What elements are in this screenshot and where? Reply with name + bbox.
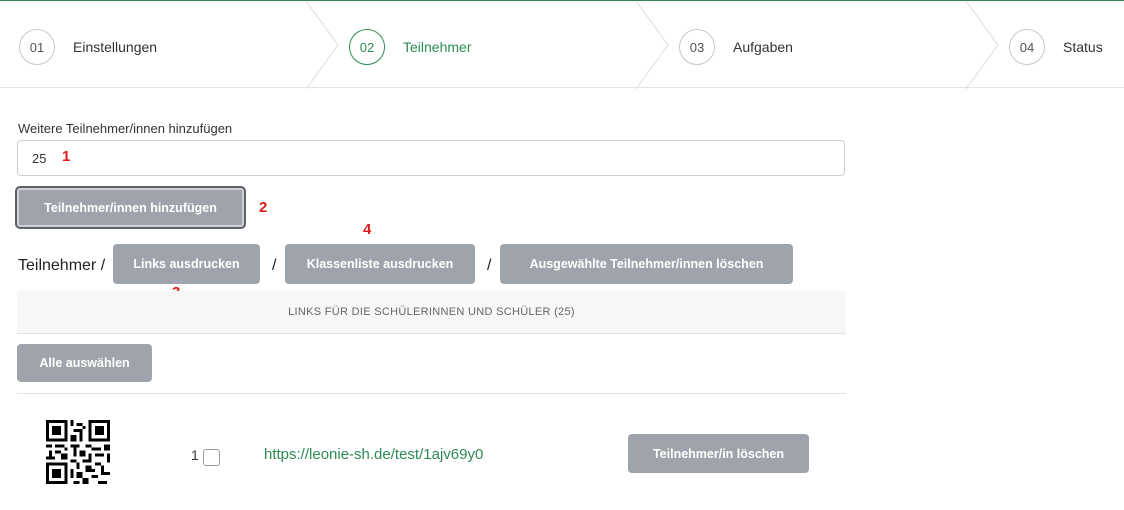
panel-divider — [17, 393, 846, 394]
print-links-button[interactable]: Links ausdrucken — [113, 244, 260, 284]
print-class-list-button[interactable]: Klassenliste ausdrucken — [285, 244, 475, 284]
select-all-button[interactable]: Alle auswählen — [17, 344, 152, 382]
wizard-stepper: 01 Einstellungen 02 Teilnehmer 03 Aufgab… — [0, 0, 1124, 89]
row-number: 1 — [191, 447, 199, 463]
step-number: 01 — [19, 29, 55, 65]
delete-selected-button[interactable]: Ausgewählte Teilnehmer/innen löschen — [500, 244, 793, 284]
step-label: Teilnehmer — [403, 39, 472, 55]
step-number: 03 — [679, 29, 715, 65]
step-label: Status — [1063, 39, 1103, 55]
links-panel-title: LINKS FÜR DIE SCHÜLERINNEN UND SCHÜLER (… — [288, 306, 575, 318]
step-label: Aufgaben — [733, 39, 793, 55]
qr-code-icon — [46, 420, 110, 484]
stepper-chevrons — [305, 1, 999, 89]
step-number: 02 — [349, 29, 385, 65]
add-participants-label: Weitere Teilnehmer/innen hinzufügen — [18, 121, 233, 136]
participants-breadcrumb: Teilnehmer / — [18, 257, 106, 274]
delete-participant-button[interactable]: Teilnehmer/in löschen — [628, 434, 809, 473]
add-participants-button[interactable]: Teilnehmer/innen hinzufügen — [15, 186, 246, 229]
step-teilnehmer[interactable]: 02 Teilnehmer — [349, 28, 471, 66]
step-aufgaben[interactable]: 03 Aufgaben — [679, 28, 793, 66]
annotation-marker-2: 2 — [259, 199, 268, 216]
annotation-marker-1: 1 — [62, 148, 71, 165]
step-number: 04 — [1009, 29, 1045, 65]
step-einstellungen[interactable]: 01 Einstellungen — [19, 28, 157, 66]
links-panel-header: LINKS FÜR DIE SCHÜLERINNEN UND SCHÜLER (… — [17, 291, 846, 334]
toolbar-separator: / — [487, 257, 492, 274]
step-label: Einstellungen — [73, 39, 158, 55]
annotation-marker-4: 4 — [363, 221, 372, 238]
participant-link[interactable]: https://leonie-sh.de/test/1ajv69y0 — [264, 446, 483, 463]
toolbar-separator: / — [272, 257, 277, 274]
row-select-checkbox[interactable] — [203, 449, 220, 466]
participant-count-input[interactable] — [17, 140, 845, 176]
step-status[interactable]: 04 Status — [1009, 28, 1103, 66]
